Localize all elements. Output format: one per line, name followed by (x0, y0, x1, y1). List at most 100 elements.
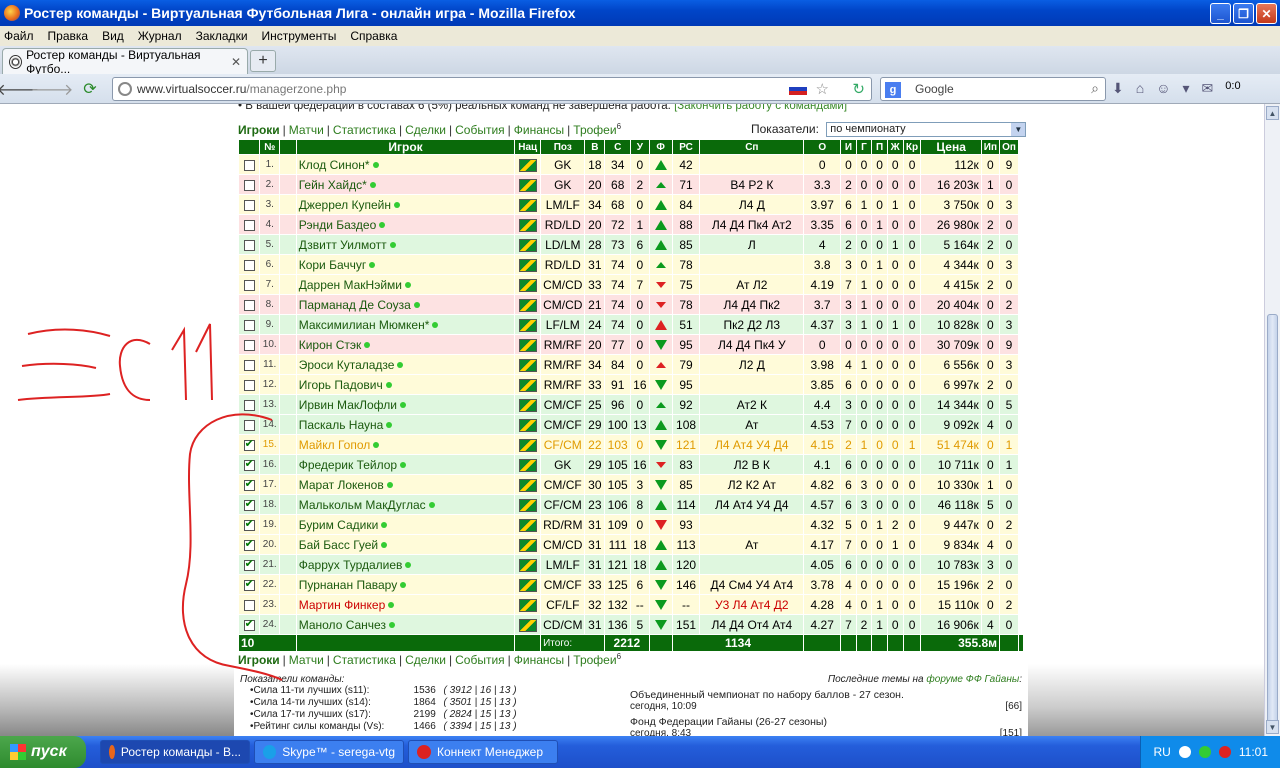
nav-finances-bottom[interactable]: Финансы (514, 653, 564, 667)
row-checkbox[interactable] (237, 414, 261, 435)
player-name[interactable]: Игорь Падович (295, 374, 516, 395)
player-name-text[interactable]: Кори Баччуг (299, 258, 367, 272)
nav-deals[interactable]: Сделки (405, 123, 446, 137)
checkbox[interactable] (243, 497, 255, 511)
checkbox[interactable] (243, 557, 255, 571)
row-checkbox[interactable] (237, 594, 261, 615)
player-name-text[interactable]: Марат Локенов (299, 478, 384, 492)
player-name[interactable]: Максимилиан Мюмкен* (295, 314, 516, 335)
player-name[interactable]: Кирон Стэк (295, 334, 516, 355)
player-name-text[interactable]: Бурим Садики (299, 518, 379, 532)
row-checkbox[interactable] (237, 254, 261, 275)
player-name-text[interactable]: Паскаль Науна (299, 418, 384, 432)
player-name[interactable]: Пурнанан Павару (295, 574, 516, 595)
menu-bookmarks[interactable]: Закладки (196, 29, 248, 43)
language-indicator[interactable]: RU (1154, 745, 1171, 759)
row-checkbox[interactable] (237, 374, 261, 395)
row-checkbox[interactable] (237, 274, 261, 295)
checkbox[interactable] (243, 537, 255, 551)
player-name[interactable]: Ирвин МакЛофли (295, 394, 516, 415)
minimize-button[interactable]: _ (1210, 3, 1231, 24)
menu-history[interactable]: Журнал (138, 29, 182, 43)
player-name[interactable]: Клод Синон* (295, 154, 516, 175)
player-name[interactable]: Бай Басс Гуей (295, 534, 516, 555)
col-number[interactable]: № (259, 139, 281, 155)
player-name-text[interactable]: Мартин Финкер (299, 598, 386, 612)
checkbox[interactable] (243, 339, 255, 351)
tab-close-icon[interactable]: ✕ (231, 55, 241, 69)
row-checkbox[interactable] (237, 234, 261, 255)
player-name-text[interactable]: Клод Синон* (299, 158, 370, 172)
reload-icon[interactable]: ⟳ (78, 78, 102, 100)
checkbox[interactable] (243, 359, 255, 371)
nav-deals-bottom[interactable]: Сделки (405, 653, 446, 667)
player-name[interactable]: Рэнди Баздео (295, 214, 516, 235)
row-checkbox[interactable] (237, 194, 261, 215)
smiley-icon[interactable]: ☺ (1156, 80, 1170, 97)
row-checkbox[interactable] (237, 334, 261, 355)
col-assists[interactable]: П (871, 139, 888, 155)
nav-players-bottom[interactable]: Игроки (238, 653, 280, 667)
taskbar-firefox[interactable]: Ростер команды - В... (100, 740, 250, 764)
checkbox[interactable] (243, 599, 255, 611)
row-checkbox[interactable] (237, 614, 261, 635)
col-fatigue[interactable]: У (630, 139, 650, 155)
col-goals[interactable]: Г (855, 139, 873, 155)
menu-tools[interactable]: Инструменты (262, 29, 337, 43)
menu-file[interactable]: Файл (4, 29, 34, 43)
player-name-text[interactable]: Рэнди Баздео (299, 218, 377, 232)
maximize-button[interactable]: ❐ (1233, 3, 1254, 24)
player-name[interactable]: Паскаль Науна (295, 414, 516, 435)
row-checkbox[interactable] (237, 294, 261, 315)
address-bar[interactable]: www.virtualsoccer.ru/managerzone.php ☆ ↻ (112, 77, 872, 101)
search-icon[interactable]: ⌕ (1091, 80, 1099, 97)
row-checkbox[interactable] (237, 574, 261, 595)
player-name-text[interactable]: Фредерик Тейлор (299, 458, 397, 472)
nav-trophies[interactable]: Трофеи (573, 123, 616, 137)
row-checkbox[interactable] (237, 314, 261, 335)
checkbox[interactable] (243, 617, 255, 631)
tab-roster[interactable]: Ростер команды - Виртуальная Футбо... ✕ (2, 48, 248, 76)
checkbox[interactable] (243, 437, 255, 451)
checkbox[interactable] (243, 457, 255, 471)
player-name[interactable]: Гейн Хайдс* (295, 174, 516, 195)
checkbox[interactable] (243, 399, 255, 411)
checkbox[interactable] (243, 219, 255, 231)
row-checkbox[interactable] (237, 174, 261, 195)
player-name[interactable]: Маноло Санчез (295, 614, 516, 635)
nav-events[interactable]: События (455, 123, 505, 137)
menu-edit[interactable]: Правка (48, 29, 89, 43)
row-checkbox[interactable] (237, 154, 261, 175)
taskbar-skype[interactable]: Skype™ - serega-vtg (254, 740, 404, 764)
checkbox[interactable] (243, 279, 255, 291)
player-name-text[interactable]: Фаррух Турдалиев (299, 558, 403, 572)
checkbox[interactable] (243, 179, 255, 191)
checkbox[interactable] (243, 419, 255, 431)
menu-view[interactable]: Вид (102, 29, 124, 43)
col-abilities[interactable]: Сп (699, 139, 805, 155)
player-name[interactable]: Дзвитт Уилмотт (295, 234, 516, 255)
row-checkbox[interactable] (237, 214, 261, 235)
nav-finances[interactable]: Финансы (514, 123, 564, 137)
col-strength[interactable]: С (604, 139, 632, 155)
nav-players[interactable]: Игроки (238, 123, 280, 137)
col-rating[interactable]: О (803, 139, 842, 155)
col-real-strength[interactable]: РС (671, 139, 701, 155)
row-checkbox[interactable] (237, 514, 261, 535)
forum-link[interactable]: форуме ФФ Гайаны (926, 674, 1019, 685)
player-name-text[interactable]: Джеррел Купейн (299, 198, 391, 212)
col-price[interactable]: Цена (920, 139, 982, 155)
search-box[interactable]: g Google ⌕ (880, 77, 1106, 101)
col-op[interactable]: Оп (999, 139, 1019, 155)
back-button[interactable]: 🡐 (0, 78, 39, 100)
player-name-text[interactable]: Гейн Хайдс* (299, 178, 367, 192)
player-name[interactable]: Фредерик Тейлор (295, 454, 516, 475)
col-ip[interactable]: Ип (980, 139, 1001, 155)
shield-icon[interactable] (1198, 746, 1211, 758)
checkbox[interactable] (243, 379, 255, 391)
opera-icon[interactable] (1218, 746, 1231, 758)
checkbox[interactable] (243, 199, 255, 211)
col-games[interactable]: И (840, 139, 857, 155)
row-checkbox[interactable] (237, 434, 261, 455)
bluetooth-icon[interactable] (1178, 746, 1191, 758)
